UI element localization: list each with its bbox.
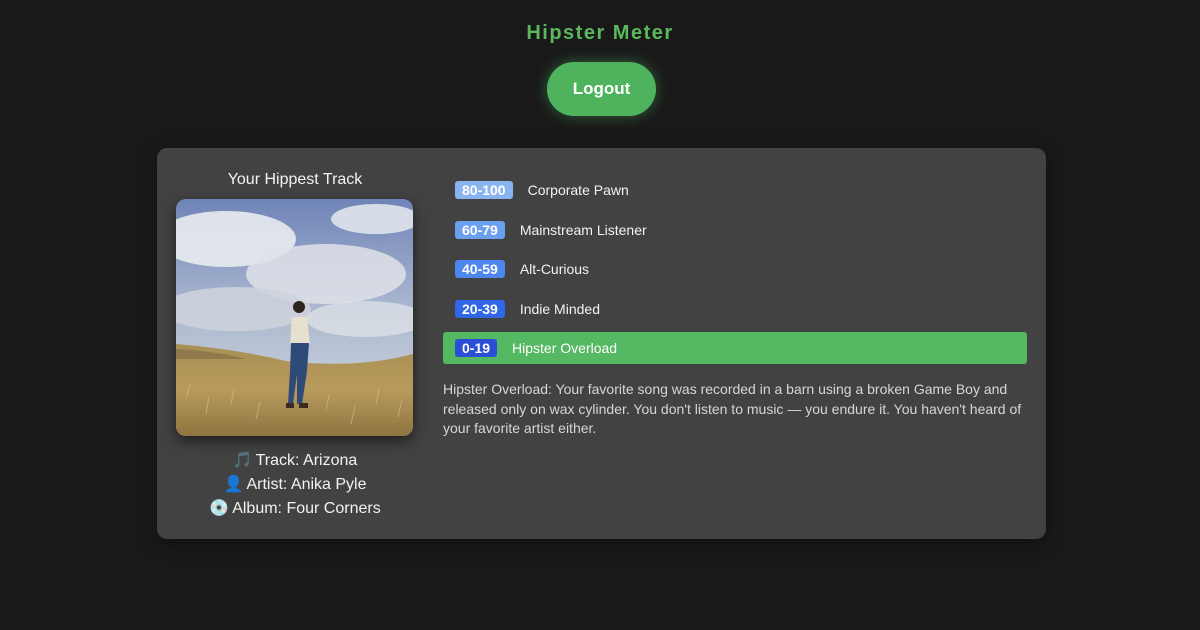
tier-range-badge: 60-79 bbox=[455, 220, 505, 239]
tier-range-badge: 40-59 bbox=[455, 260, 505, 279]
person-icon: 👤 bbox=[223, 476, 244, 493]
tier-row: 20-39 Indie Minded bbox=[443, 293, 1027, 325]
tier-label: Indie Minded bbox=[519, 300, 600, 317]
hipster-scale: 80-100 Corporate Pawn 60-79 Mainstream L… bbox=[443, 174, 1027, 372]
disc-icon: 💿 bbox=[209, 500, 230, 517]
tier-range-badge: 20-39 bbox=[455, 299, 505, 318]
album-name: Album: Four Corners bbox=[232, 500, 381, 517]
track-heading: Your Hippest Track bbox=[227, 171, 363, 188]
tier-range-badge: 80-100 bbox=[455, 181, 513, 199]
app-title: Hipster Meter bbox=[526, 22, 674, 44]
album-line: 💿 Album: Four Corners bbox=[176, 497, 414, 521]
tier-label: Alt-Curious bbox=[519, 261, 590, 278]
artist-name: Artist: Anika Pyle bbox=[246, 476, 367, 493]
tier-row: 80-100 Corporate Pawn bbox=[443, 174, 1027, 206]
result-description: Hipster Overload: Your favorite song was… bbox=[443, 381, 1022, 436]
track-line: 🎵 Track: Arizona bbox=[176, 449, 414, 473]
tier-row: 40-59 Alt-Curious bbox=[443, 253, 1027, 285]
music-note-icon: 🎵 bbox=[232, 452, 253, 469]
track-panel: Your Hippest Track 🎵 Track: Arizona 👤 Ar… bbox=[176, 148, 414, 517]
artist-line: 👤 Artist: Anika Pyle bbox=[176, 473, 414, 497]
tier-row: 60-79 Mainstream Listener bbox=[443, 214, 1027, 246]
track-name: Track: Arizona bbox=[255, 452, 358, 469]
tier-label: Hipster Overload bbox=[512, 340, 618, 357]
tier-label: Mainstream Listener bbox=[519, 221, 647, 238]
logout-button[interactable]: Logout bbox=[547, 62, 656, 116]
track-meta: 🎵 Track: Arizona 👤 Artist: Anika Pyle 💿 Alb… bbox=[176, 449, 414, 521]
tier-range-badge: 0-19 bbox=[455, 339, 498, 358]
tier-label: Corporate Pawn bbox=[527, 182, 629, 198]
tier-row: 0-19 Hipster Overload bbox=[443, 332, 1027, 365]
album-cover-image bbox=[176, 199, 413, 436]
result-card: Your Hippest Track 🎵 Track: Arizona 👤 Ar… bbox=[157, 148, 1046, 539]
